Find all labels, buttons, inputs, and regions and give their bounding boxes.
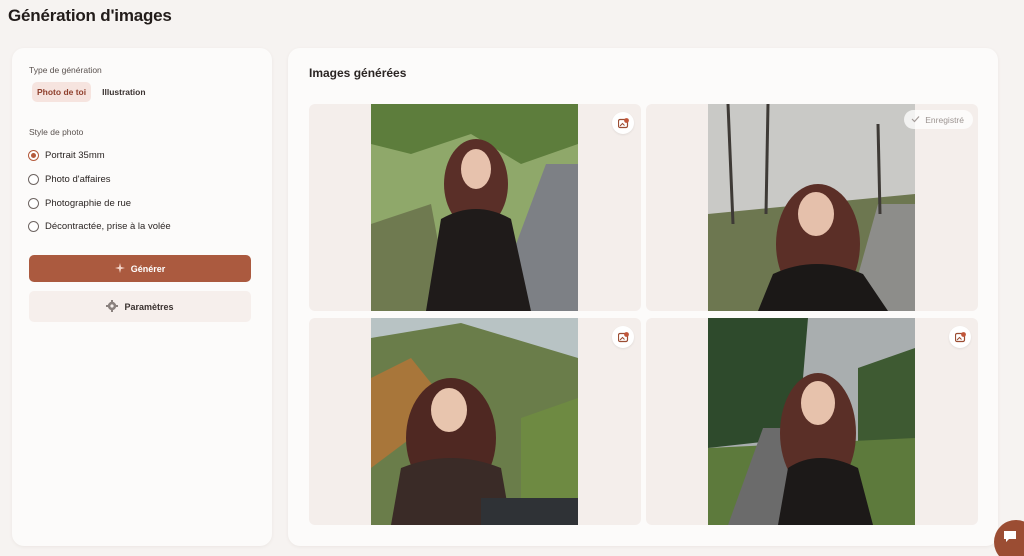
generated-image-card[interactable] [309, 104, 641, 311]
generated-image-card[interactable]: Enregistré [646, 104, 978, 311]
generation-type-photo[interactable]: Photo de toi [32, 82, 92, 102]
save-image-icon[interactable] [612, 326, 634, 348]
generate-label: Générer [130, 263, 166, 274]
radio-button[interactable] [28, 221, 39, 233]
photo-style-option[interactable]: Photo d'affaires [28, 168, 171, 192]
radio-button[interactable] [28, 174, 39, 186]
photo-style-list: Portrait 35mm Photo d'affaires Photograp… [28, 144, 171, 239]
generation-settings-panel: Type de génération Photo de toi Illustra… [12, 48, 272, 546]
photo-style-label-text: Décontractée, prise à la volée [45, 221, 171, 233]
chat-support-icon[interactable] [994, 520, 1024, 556]
check-icon [911, 115, 920, 125]
generated-images-panel: Images générées Enregistré [288, 48, 998, 546]
sparkle-icon [114, 262, 125, 275]
generation-type-label: Type de génération [29, 65, 102, 75]
generated-image-card[interactable] [646, 318, 978, 525]
photo-style-option[interactable]: Décontractée, prise à la volée [28, 215, 171, 239]
save-image-icon[interactable] [612, 112, 634, 134]
generated-photo[interactable] [708, 104, 915, 311]
radio-button[interactable] [28, 197, 39, 209]
generated-photo[interactable] [371, 104, 578, 311]
settings-button[interactable]: Paramètres [29, 291, 251, 322]
generated-photo[interactable] [708, 318, 915, 525]
settings-label: Paramètres [124, 301, 174, 312]
generation-type-illustration[interactable]: Illustration [97, 82, 150, 102]
page-title: Génération d'images [8, 6, 172, 25]
photo-style-option[interactable]: Portrait 35mm [28, 144, 171, 168]
photo-style-label-text: Photo d'affaires [45, 174, 111, 186]
save-image-icon[interactable] [949, 326, 971, 348]
generation-type-toggle: Photo de toi Illustration [32, 82, 151, 102]
generated-photo[interactable] [371, 318, 578, 525]
photo-style-label-text: Portrait 35mm [45, 150, 105, 162]
generate-button[interactable]: Générer [29, 255, 251, 282]
photo-style-label-text: Photographie de rue [45, 197, 132, 209]
saved-label: Enregistré [925, 114, 964, 125]
generated-image-card[interactable] [309, 318, 641, 525]
photo-style-label: Style de photo [29, 127, 84, 137]
photo-style-option[interactable]: Photographie de rue [28, 191, 171, 215]
gear-icon [106, 299, 119, 314]
saved-badge: Enregistré [904, 110, 973, 129]
radio-button[interactable] [28, 150, 39, 162]
generated-images-title: Images générées [309, 66, 407, 80]
